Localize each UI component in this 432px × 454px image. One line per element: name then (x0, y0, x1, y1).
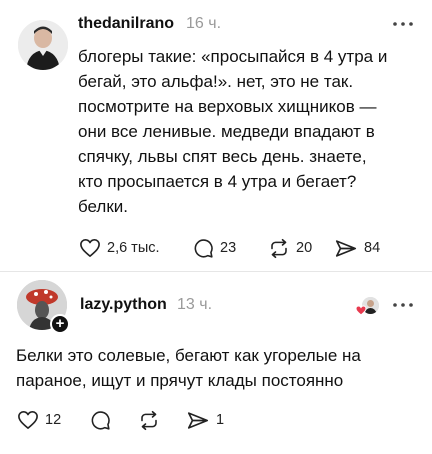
like-button[interactable]: 2,6 тыс. (79, 237, 160, 259)
share-count: 1 (216, 412, 225, 428)
comment-button[interactable] (90, 409, 111, 431)
comment-bubble-icon (91, 410, 110, 430)
comment-button[interactable]: 23 (193, 237, 236, 259)
post-author[interactable]: thedanilrano (78, 15, 174, 33)
like-button[interactable]: 12 (17, 409, 61, 431)
comment-count: 23 (220, 240, 237, 256)
repost-count: 20 (296, 240, 313, 256)
post-text: блогеры такие: «просыпайся в 4 утра и бе… (78, 47, 388, 216)
send-icon (335, 239, 357, 257)
share-button[interactable]: 84 (334, 237, 380, 259)
share-count: 84 (364, 240, 381, 256)
repost-icon (141, 410, 157, 430)
post-author[interactable]: lazy.python (80, 296, 167, 314)
repost-button[interactable]: 20 (268, 237, 312, 259)
more-horizontal-icon[interactable] (392, 21, 414, 27)
share-button[interactable]: 1 (186, 409, 224, 431)
heart-icon (18, 411, 38, 429)
avatar[interactable] (18, 20, 68, 70)
like-count: 2,6 тыс. (107, 240, 160, 256)
post-time: 13 ч. (177, 296, 213, 313)
follow-plus-icon[interactable]: + (50, 314, 70, 334)
thread-post: thedanilrano 16 ч. блогеры такие: «просы… (0, 0, 432, 272)
comment-bubble-icon (194, 238, 213, 258)
like-count: 12 (45, 412, 62, 428)
thread-reply: + lazy.python 13 ч. Белки это солевые, б… (0, 272, 432, 454)
post-time: 16 ч. (186, 15, 222, 32)
repost-button[interactable] (138, 409, 160, 431)
heart-icon (80, 239, 100, 257)
send-icon (187, 411, 209, 429)
liked-heart-icon (355, 305, 367, 316)
post-text: Белки это солевые, бегают как угорелые н… (16, 346, 361, 390)
more-horizontal-icon[interactable] (392, 302, 414, 308)
repost-icon (271, 238, 287, 258)
